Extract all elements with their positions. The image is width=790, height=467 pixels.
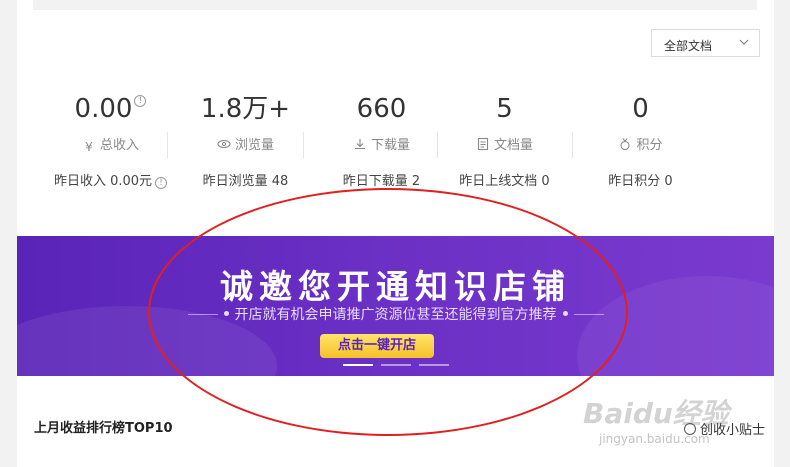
yen-icon: ¥ [85,140,93,154]
open-shop-button[interactable]: 点击一键开店 [320,334,434,358]
stat-sub: 昨日浏览量 48 [202,174,289,189]
stat-downloads: 660 下载量 昨日下载量 2 [314,92,449,202]
document-filter-select[interactable]: 全部文档 [651,29,760,57]
stat-label: 下载量 [314,136,449,156]
carousel-dot[interactable] [381,364,411,366]
stat-views: 1.8万+ 浏览量 昨日浏览量 48 [178,92,313,202]
divider [167,132,168,158]
promo-banner[interactable]: 诚邀您开通知识店铺 开店就有机会申请推广资源位甚至还能得到官方推荐 点击一键开店 [17,236,774,376]
tips-label: 创收小贴士 [700,423,766,438]
tips-link[interactable]: 创收小贴士 [684,419,765,438]
carousel-dot[interactable] [343,364,373,366]
stat-sub: 昨日积分 0 [608,174,673,189]
stat-value: 0.00! [43,92,178,126]
medal-icon [620,138,631,151]
divider [303,132,304,158]
decor-dot [562,311,568,316]
stat-value: 1.8万+ [200,94,291,124]
info-icon[interactable]: ! [134,95,147,107]
carousel-indicators [343,364,453,368]
banner-title: 诚邀您开通知识店铺 [220,267,571,306]
stat-points: 0 积分 昨日积分 0 [573,92,708,202]
info-icon[interactable]: ! [155,177,168,189]
banner-subtitle-row: 开店就有机会申请推广资源位甚至还能得到官方推荐 [17,304,774,324]
ranking-title: 上月收益排行榜TOP10 [34,421,173,436]
stat-value: 5 [496,94,513,124]
eye-icon [217,139,231,149]
stat-total-income: 0.00! ¥ 总收入 昨日收入 0.00元! [43,92,178,202]
download-icon [354,139,365,150]
bulb-icon [684,423,696,435]
document-icon [477,137,489,151]
chevron-down-icon [739,39,749,45]
document-filter-value: 全部文档 [664,39,713,53]
stat-sub: 昨日收入 0.00元! [43,170,178,189]
stat-label: ¥ 总收入 [43,136,178,156]
decor-line [573,314,604,315]
stat-value: 660 [356,94,407,124]
stat-label: 浏览量 [178,136,313,156]
stat-label: 文档量 [437,136,572,156]
stat-value: 0 [632,94,649,124]
decor-line [187,314,218,315]
stat-documents: 5 文档量 昨日上线文档 0 [437,92,572,202]
stat-sub: 昨日下载量 2 [342,174,421,189]
stat-label: 积分 [573,136,708,156]
carousel-dot[interactable] [419,364,449,366]
stat-sub: 昨日上线文档 0 [459,174,550,189]
stats-panel: 0.00! ¥ 总收入 昨日收入 0.00元! 1.8万+ 浏览量 昨日浏览量 4… [43,92,743,202]
banner-subtitle: 开店就有机会申请推广资源位甚至还能得到官方推荐 [234,307,557,323]
top-strip [33,0,757,10]
decor-dot [223,311,229,316]
